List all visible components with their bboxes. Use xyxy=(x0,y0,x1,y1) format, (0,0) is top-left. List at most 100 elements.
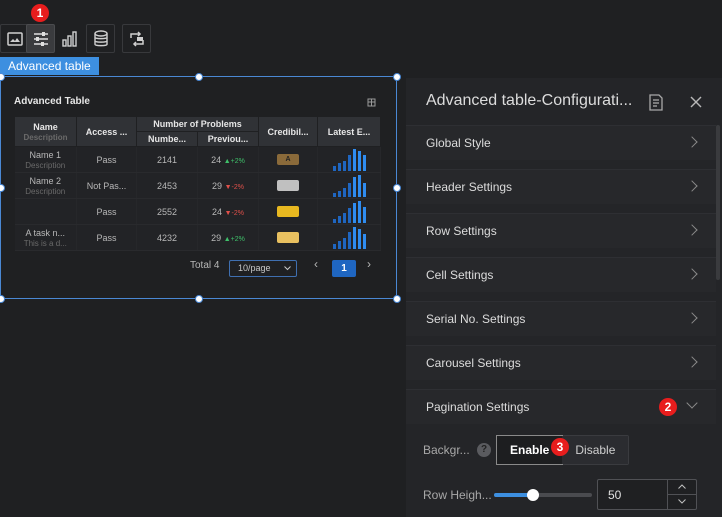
cell-prev: 24 ▲+2% xyxy=(197,146,260,173)
bar xyxy=(337,240,341,249)
document-icon[interactable] xyxy=(648,94,664,111)
prev-page-button[interactable]: ‹ xyxy=(314,257,318,271)
bar xyxy=(362,206,366,223)
col-name-header[interactable]: Name Description xyxy=(14,116,77,147)
mini-bar-chart xyxy=(332,226,366,249)
bar xyxy=(332,218,336,223)
cell-num: 2552 xyxy=(136,198,198,225)
bar xyxy=(352,148,356,171)
bar xyxy=(347,182,351,197)
chevron-down-icon xyxy=(678,499,686,504)
advanced-table-widget[interactable]: Advanced Table Name Description Access .… xyxy=(0,76,397,299)
section-global-style[interactable]: Global Style xyxy=(406,125,716,160)
bar-chart-icon[interactable] xyxy=(55,24,84,53)
resize-handle-tr[interactable] xyxy=(393,73,401,81)
cell-num: 4232 xyxy=(136,224,198,251)
component-tag: Advanced table xyxy=(0,57,99,75)
bar xyxy=(347,207,351,223)
chevron-down-icon xyxy=(284,266,291,271)
table-row[interactable]: A task n... This is a d... Pass 4232 29 ▲+2% xyxy=(14,224,382,251)
bar xyxy=(352,226,356,249)
cell-num: 2141 xyxy=(136,146,198,173)
section-carousel-settings[interactable]: Carousel Settings xyxy=(406,345,716,380)
col-latest-header[interactable]: Latest E... xyxy=(317,116,382,147)
section-label: Carousel Settings xyxy=(426,356,521,370)
row-height-label: Row Heigh... xyxy=(423,488,492,502)
database-icon[interactable] xyxy=(86,24,115,53)
cell-cred xyxy=(258,224,319,251)
table-row[interactable]: Name 2 Description Not Pas... 2453 29 ▼-2% xyxy=(14,172,382,199)
section-serial-no-settings[interactable]: Serial No. Settings xyxy=(406,301,716,336)
credibility-badge-icon xyxy=(277,206,300,218)
section-cell-settings[interactable]: Cell Settings xyxy=(406,257,716,292)
panel-title: Advanced table-Configurati... xyxy=(426,92,633,109)
bar xyxy=(362,233,366,249)
stepper-up-button[interactable] xyxy=(668,480,696,495)
cell-name: Name 1 Description xyxy=(14,146,77,173)
disable-option[interactable]: Disable xyxy=(562,436,629,464)
bar xyxy=(332,243,336,249)
cell-name xyxy=(14,198,77,225)
stepper-down-button[interactable] xyxy=(668,495,696,509)
row-height-input[interactable]: 50 xyxy=(597,479,697,510)
help-icon[interactable]: ? xyxy=(477,443,491,457)
table-row[interactable]: Pass 2552 24 ▼-2% xyxy=(14,198,382,225)
section-pagination-settings[interactable]: Pagination Settings 2 xyxy=(406,389,716,424)
panel-scrollbar[interactable] xyxy=(716,125,720,280)
cell-prev: 29 ▼-2% xyxy=(197,172,260,199)
bar xyxy=(332,192,336,197)
mini-bar-chart xyxy=(332,148,366,171)
col-num-header[interactable]: Numbe... xyxy=(136,131,198,147)
table-row[interactable]: Name 1 Description Pass 2141 24 ▲+2% A xyxy=(14,146,382,173)
bar xyxy=(347,231,351,249)
resize-handle-br[interactable] xyxy=(393,295,401,303)
bar xyxy=(342,212,346,223)
bar xyxy=(342,160,346,171)
table-settings-icon[interactable] xyxy=(367,97,377,107)
cell-latest xyxy=(317,172,382,199)
resize-handle-b[interactable] xyxy=(195,295,203,303)
bar xyxy=(337,215,341,223)
col-access-header[interactable]: Access ... xyxy=(76,116,137,147)
close-icon[interactable] xyxy=(690,96,702,108)
section-label: Header Settings xyxy=(426,180,513,194)
data-table: Name Description Access ... Number of Pr… xyxy=(14,116,382,251)
chevron-down-icon xyxy=(686,397,698,409)
cell-access: Not Pas... xyxy=(76,172,137,199)
col-problems-group-header: Number of Problems xyxy=(135,116,260,132)
chevron-right-icon xyxy=(686,136,698,148)
trend-icon: ▲ xyxy=(223,157,231,165)
bar xyxy=(357,228,361,249)
trend-icon: ▼ xyxy=(224,183,232,191)
section-row-settings[interactable]: Row Settings xyxy=(406,213,716,248)
row-height-value: 50 xyxy=(608,488,622,502)
credibility-badge-icon xyxy=(277,180,300,192)
swap-icon[interactable] xyxy=(122,24,151,53)
col-prev-header[interactable]: Previou... xyxy=(196,131,260,147)
page-number-button[interactable]: 1 xyxy=(332,260,356,277)
bar xyxy=(342,187,346,197)
background-label: Backgr... xyxy=(423,443,470,457)
resize-handle-bl[interactable] xyxy=(0,295,5,303)
cell-cred xyxy=(258,172,319,199)
resize-handle-r[interactable] xyxy=(393,184,401,192)
mini-bar-chart xyxy=(332,174,366,197)
credibility-badge-icon: A xyxy=(277,154,300,166)
sliders-icon[interactable] xyxy=(26,24,55,53)
image-icon[interactable] xyxy=(0,24,29,53)
bar xyxy=(362,154,366,171)
section-header-settings[interactable]: Header Settings xyxy=(406,169,716,204)
bar xyxy=(357,174,361,197)
chevron-up-icon xyxy=(678,484,686,489)
resize-handle-t[interactable] xyxy=(195,73,203,81)
section-label: Serial No. Settings xyxy=(426,312,526,326)
page-size-select[interactable]: 10/page xyxy=(229,260,297,277)
cell-name: A task n... This is a d... xyxy=(14,224,77,251)
chevron-right-icon xyxy=(686,356,698,368)
col-cred-header[interactable]: Credibil... xyxy=(258,116,319,147)
chevron-right-icon xyxy=(686,268,698,280)
next-page-button[interactable]: › xyxy=(367,257,371,271)
cell-prev: 29 ▲+2% xyxy=(197,224,260,251)
row-height-slider[interactable] xyxy=(494,489,592,501)
chevron-right-icon xyxy=(686,180,698,192)
